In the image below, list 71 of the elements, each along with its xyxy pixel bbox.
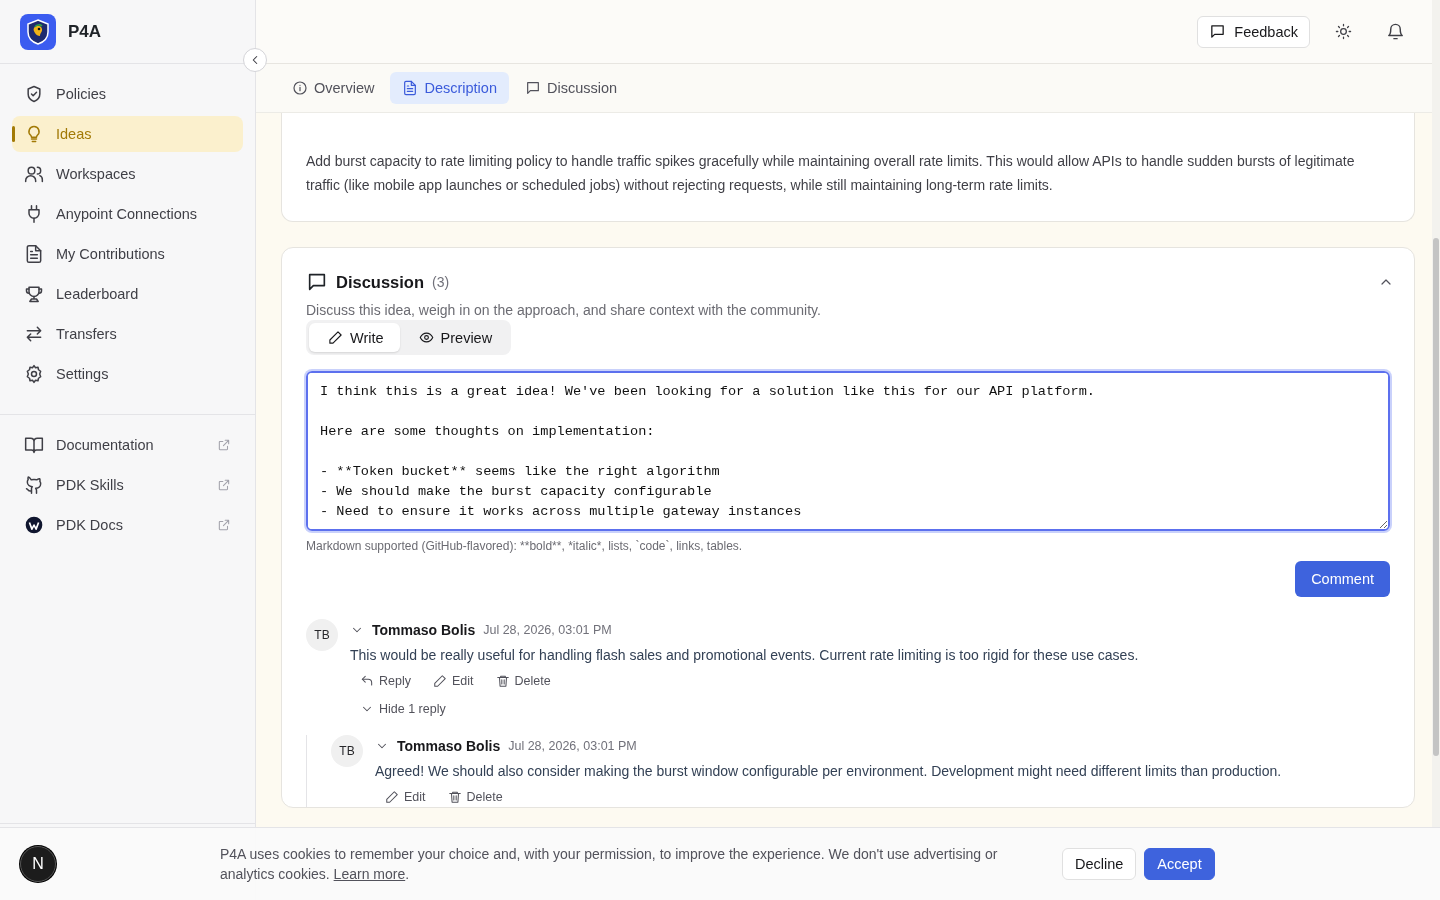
comment-author: Tommaso Bolis [397, 738, 501, 754]
info-icon [292, 80, 308, 96]
nav-item[interactable]: Workspaces [12, 156, 243, 192]
shield-icon [24, 84, 44, 104]
comment-count: (3) [432, 274, 450, 290]
settings-icon [24, 364, 44, 384]
comment-text: Agreed! We should also consider making the burst window configurable per environment. Development might need different limits than production. [375, 762, 1283, 781]
nav-item[interactable]: Anypoint Connections [12, 196, 243, 232]
nav-item[interactable]: Ideas [12, 116, 243, 152]
pencil-icon [432, 674, 447, 688]
book-icon [24, 435, 44, 455]
comment-date: Jul 28, 2026, 03:01 PM [483, 623, 612, 637]
external-link-icon [217, 518, 231, 532]
nav-item[interactable]: Settings [12, 356, 243, 392]
reply-icon [360, 674, 374, 688]
comment-action[interactable]: Delete [489, 671, 557, 691]
document-icon [402, 80, 419, 96]
nav-item[interactable]: My Contributions [12, 236, 243, 272]
decline-button[interactable]: Decline [1062, 848, 1137, 880]
markdown-hint: Markdown supported (GitHub-flavored): **bold**, *italic*, lists, `code`, links, tables. [306, 539, 744, 553]
learn-more-link[interactable]: Learn more [333, 866, 406, 882]
comment-input[interactable]: I think this is a great idea! We've been looking for a solution like this for our API platform. Here are some thoughts on implementation: - **Token bucket** seems like the right algorithm - We should make the burst capacity configurable - Need to ensure it works across multiple gateway instances [306, 371, 1390, 531]
external-link[interactable]: PDK Skills [12, 465, 243, 505]
comment-author: Tommaso Bolis [372, 622, 476, 638]
external-link-icon [217, 438, 231, 452]
app-logo-icon [20, 13, 56, 50]
nav-item[interactable]: Policies [12, 76, 243, 112]
bell-icon [1385, 22, 1405, 41]
users-icon [24, 164, 44, 184]
app-name: P4A [68, 21, 102, 42]
message-icon [306, 271, 328, 293]
comment-text: This would be really useful for handling flash sales and promotional events. Current rate limiting is too rigid for these use cases. [350, 646, 1140, 665]
editor-tab[interactable]: Preview [399, 323, 509, 352]
toggle-replies-button[interactable]: Hide 1 reply [350, 699, 452, 719]
eye-icon [418, 330, 434, 345]
feedback-button[interactable]: Feedback [1197, 15, 1310, 48]
avatar: TB [306, 619, 338, 651]
pencil-icon [328, 330, 343, 345]
comment-button[interactable]: Comment [1295, 561, 1390, 597]
arrows-icon [24, 324, 44, 344]
comment-action[interactable]: Edit [426, 671, 480, 691]
document-icon [24, 244, 44, 264]
pencil-icon [385, 790, 399, 804]
external-link[interactable]: Documentation [12, 425, 243, 465]
external-link-icon [217, 478, 231, 492]
scrollbar-thumb[interactable] [1433, 238, 1439, 756]
github-icon [24, 475, 44, 495]
cookie-notice: P4A uses cookies to remember your choice and, with your permission, to improve the experience. We don't use advertising or analytics cookies. Learn more. [220, 845, 999, 884]
accept-button[interactable]: Accept [1144, 848, 1215, 880]
nav-item[interactable]: Leaderboard [12, 276, 243, 312]
comment-action[interactable]: Delete [441, 787, 509, 807]
description-text: Add burst capacity to rate limiting policy to handle traffic spikes gracefully while maintaining overall rate limits. This would allow APIs to handle sudden bursts of legitimate traffic (like mobile app launches or scheduled jobs) without rejecting requests, while still maintaining long-term rate limits. [306, 152, 1356, 195]
trophy-icon [24, 284, 44, 304]
section-title: Discussion [336, 272, 425, 292]
trash-icon [447, 790, 462, 804]
comment-action[interactable]: Reply [354, 671, 417, 691]
dev-tools-button[interactable]: N [20, 846, 56, 882]
section-subtitle: Discuss this idea, weigh in on the approach, and share context with the community. [306, 302, 822, 318]
tab[interactable]: Discussion [512, 72, 630, 104]
message-icon [1209, 23, 1227, 40]
comment-date: Jul 28, 2026, 03:01 PM [508, 739, 637, 753]
avatar: TB [331, 735, 363, 767]
tab[interactable]: Overview [280, 72, 387, 104]
message-icon [524, 80, 541, 96]
trash-icon [495, 674, 510, 688]
tab[interactable]: Description [390, 72, 509, 104]
comment-action[interactable]: Edit [379, 787, 432, 807]
editor-tab[interactable]: Write [309, 323, 400, 352]
sun-icon [1334, 23, 1352, 40]
nav-item[interactable]: Transfers [12, 316, 243, 352]
external-link[interactable]: PDK Docs [12, 505, 243, 545]
